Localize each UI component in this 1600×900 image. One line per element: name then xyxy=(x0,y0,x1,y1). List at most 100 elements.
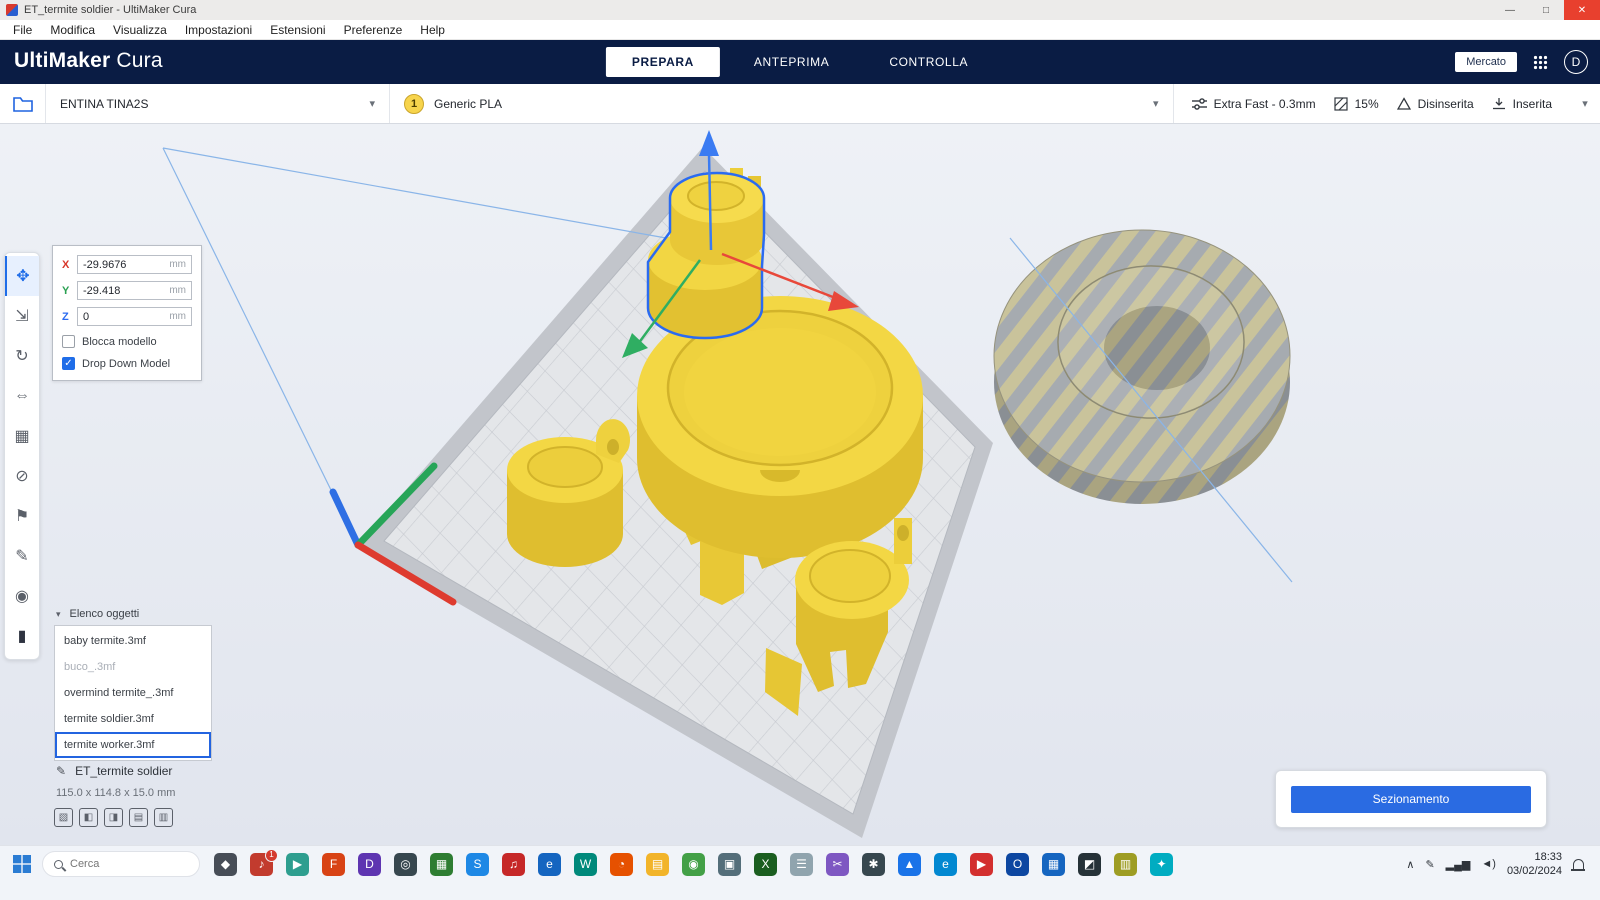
minimize-button[interactable]: — xyxy=(1492,0,1528,20)
x-position-input[interactable] xyxy=(83,259,163,271)
taskbar-search[interactable] xyxy=(42,851,200,877)
viewport-3d-scene[interactable] xyxy=(0,124,1600,845)
volume-icon[interactable]: ◄) xyxy=(1481,858,1496,870)
x-axis-label: X xyxy=(62,259,77,271)
menu-impostazioni[interactable]: Impostazioni xyxy=(176,23,261,37)
wifi-icon[interactable]: ▂▄▆ xyxy=(1446,858,1471,871)
taskbar-icon-android[interactable]: ▲ xyxy=(898,853,921,876)
taskbar-icon-music[interactable]: ♫ xyxy=(502,853,525,876)
taskbar-icon-browser-e[interactable]: e xyxy=(538,853,561,876)
taskbar-icon-writer[interactable]: W xyxy=(574,853,597,876)
close-button[interactable]: ✕ xyxy=(1564,0,1600,20)
pen-icon[interactable]: ✎ xyxy=(1425,858,1434,871)
tool-mirror[interactable]: ⇔ xyxy=(5,376,39,416)
taskbar-icon-flstudio[interactable]: F xyxy=(322,853,345,876)
taskbar-icon-sheets2[interactable]: ▥ xyxy=(1114,853,1137,876)
support-icon xyxy=(1397,97,1411,110)
notifications-bell-icon[interactable] xyxy=(1573,859,1584,869)
settings-expand-chevron[interactable]: ▾ xyxy=(1570,84,1600,123)
taskbar-icon-folder[interactable]: ▤ xyxy=(646,853,669,876)
y-axis-label: Y xyxy=(62,285,77,297)
start-button[interactable] xyxy=(8,850,36,878)
taskbar-icon-widgets[interactable]: ◆ xyxy=(214,853,237,876)
view-top[interactable]: ◨ xyxy=(104,808,123,827)
taskbar-icon-player[interactable]: ♪ 1 xyxy=(250,853,273,876)
adhesion-value: Inserita xyxy=(1513,97,1552,111)
object-list-header[interactable]: ▾ Elenco oggetti xyxy=(56,608,139,620)
object-list-item[interactable]: overmind termite_.3mf xyxy=(55,680,211,706)
object-list-item[interactable]: buco_.3mf xyxy=(55,654,211,680)
drop-down-model-checkbox-box[interactable]: ✓ xyxy=(62,357,75,370)
object-list-item[interactable]: termite worker.3mf xyxy=(55,732,211,758)
menu-file[interactable]: File xyxy=(4,23,41,37)
taskbar-icon-edge[interactable]: e xyxy=(934,853,957,876)
tool-scale[interactable]: ⇲ xyxy=(5,296,39,336)
tool-tab-plugin[interactable]: ⚑ xyxy=(5,496,39,536)
taskbar-icon-excel[interactable]: X xyxy=(754,853,777,876)
taskbar-icon-firefox[interactable]: ◔ xyxy=(610,853,633,876)
printer-selector[interactable]: ENTINA TINA2S ▾ xyxy=(46,84,390,123)
taskbar-icon-chrome[interactable]: ◉ xyxy=(682,853,705,876)
lock-model-checkbox-box[interactable] xyxy=(62,335,75,348)
tool-solid-cylinder[interactable]: ▮ xyxy=(5,616,39,656)
taskbar-icon-paint[interactable]: ✦ xyxy=(1150,853,1173,876)
model-buco-offplate[interactable] xyxy=(994,230,1290,504)
taskbar-icon-imageglass[interactable]: ◩ xyxy=(1078,853,1101,876)
infill-setting: 15% xyxy=(1334,97,1379,111)
menu-modifica[interactable]: Modifica xyxy=(41,23,104,37)
tool-support-blocker[interactable]: ⊘ xyxy=(5,456,39,496)
tab-controlla[interactable]: CONTROLLA xyxy=(863,47,994,77)
viewport-3d[interactable]: ✥ ⇲ ↻ ⇔ ▦ ⊘ ⚑ ✎ ◉ ▮ X xyxy=(0,124,1600,845)
taskbar-icon-darts[interactable]: ◎ xyxy=(394,853,417,876)
z-position-input[interactable] xyxy=(83,311,163,323)
apps-grid-icon[interactable] xyxy=(1533,55,1548,70)
window-title: ET_termite soldier - UltiMaker Cura xyxy=(24,4,196,16)
tool-custom-supports[interactable]: ✎ xyxy=(5,536,39,576)
tool-column: ✥ ⇲ ↻ ⇔ ▦ ⊘ ⚑ ✎ ◉ ▮ xyxy=(4,252,40,660)
tray-expand-icon[interactable]: ∧ xyxy=(1406,858,1414,871)
menu-preferenze[interactable]: Preferenze xyxy=(335,23,412,37)
tool-rotate[interactable]: ↻ xyxy=(5,336,39,376)
object-list-item[interactable]: termite soldier.3mf xyxy=(55,706,211,732)
view-3d[interactable]: ▧ xyxy=(54,808,73,827)
menu-estensioni[interactable]: Estensioni xyxy=(261,23,334,37)
taskbar-icon-notes[interactable]: ☰ xyxy=(790,853,813,876)
taskbar-icon-youtube[interactable]: ▶ xyxy=(970,853,993,876)
view-front[interactable]: ◧ xyxy=(79,808,98,827)
drop-down-model-checkbox[interactable]: ✓ Drop Down Model xyxy=(62,357,192,370)
taskbar-icon-office[interactable]: ▦ xyxy=(1042,853,1065,876)
tool-move[interactable]: ✥ xyxy=(5,256,39,296)
slice-button[interactable]: Sezionamento xyxy=(1291,786,1531,813)
tab-anteprima[interactable]: ANTEPRIMA xyxy=(728,47,855,77)
rename-pencil-icon[interactable]: ✎ xyxy=(56,764,66,778)
tool-per-model-settings[interactable]: ▦ xyxy=(5,416,39,456)
view-left[interactable]: ▤ xyxy=(129,808,148,827)
menu-visualizza[interactable]: Visualizza xyxy=(104,23,176,37)
marketplace-button[interactable]: Mercato xyxy=(1455,52,1517,72)
y-position-input[interactable] xyxy=(83,285,163,297)
taskbar-icon-capture[interactable]: ▶ xyxy=(286,853,309,876)
tool-mesh-tools[interactable]: ◉ xyxy=(5,576,39,616)
tab-prepara[interactable]: PREPARA xyxy=(606,47,720,77)
search-input[interactable] xyxy=(70,858,170,870)
taskbar-icon-photos[interactable]: ▣ xyxy=(718,853,741,876)
lock-model-checkbox[interactable]: Blocca modello xyxy=(62,335,192,348)
account-avatar[interactable]: D xyxy=(1564,50,1588,74)
profile-setting: Extra Fast - 0.3mm xyxy=(1192,97,1316,111)
taskbar-icon-outlook[interactable]: O xyxy=(1006,853,1029,876)
material-selector[interactable]: 1 Generic PLA ▾ xyxy=(390,84,1174,123)
taskbar-icon-skype[interactable]: S xyxy=(466,853,489,876)
object-list: baby termite.3mf buco_.3mf overmind term… xyxy=(54,625,212,761)
open-file-button[interactable] xyxy=(0,84,46,123)
print-settings-selector[interactable]: Extra Fast - 0.3mm 15% Disinserita Inser… xyxy=(1174,84,1570,123)
clock[interactable]: 18:33 03/02/2024 xyxy=(1507,850,1562,879)
taskbar-icon-davinci[interactable]: D xyxy=(358,853,381,876)
object-list-item[interactable]: baby termite.3mf xyxy=(55,628,211,654)
maximize-button[interactable]: □ xyxy=(1528,0,1564,20)
taskbar-icon-sheets[interactable]: ▦ xyxy=(430,853,453,876)
view-right[interactable]: ▥ xyxy=(154,808,173,827)
main-header: UltiMaker Cura PREPARA ANTEPRIMA CONTROL… xyxy=(0,40,1600,84)
taskbar-icon-snip[interactable]: ✂ xyxy=(826,853,849,876)
menu-help[interactable]: Help xyxy=(411,23,454,37)
taskbar-icon-settings[interactable]: ✱ xyxy=(862,853,885,876)
